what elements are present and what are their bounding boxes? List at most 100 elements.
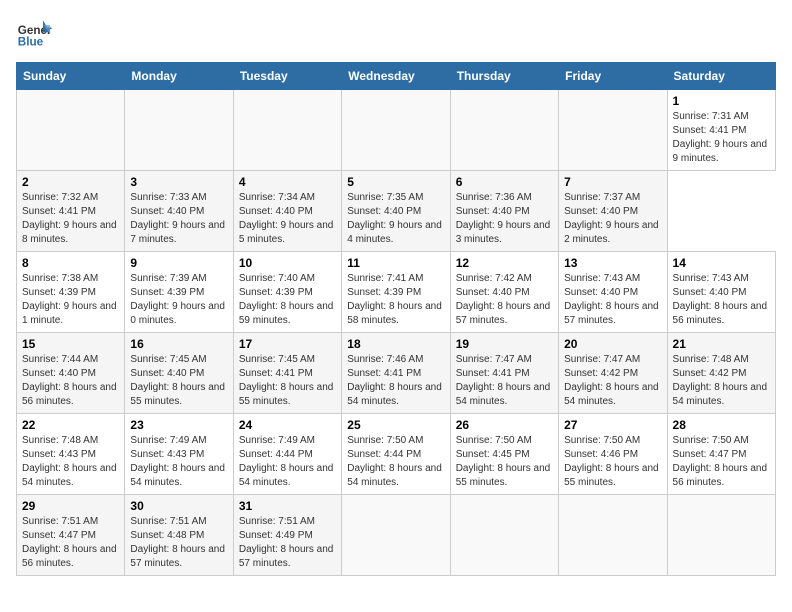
day-of-week-header: Monday — [125, 63, 233, 90]
day-cell: 22Sunrise: 7:48 AMSunset: 4:43 PMDayligh… — [17, 414, 125, 495]
day-number: 15 — [22, 337, 119, 351]
empty-day-cell — [125, 90, 233, 171]
day-cell: 7 Sunrise: 7:37 AMSunset: 4:40 PMDaylight… — [559, 171, 667, 252]
day-cell: 18 Sunrise: 7:46 AMSunset: 4:41 PMDayligh… — [342, 333, 450, 414]
calendar-table: SundayMondayTuesdayWednesdayThursdayFrid… — [16, 62, 776, 576]
day-info: Sunrise: 7:32 AMSunset: 4:41 PMDaylight:… — [22, 191, 119, 247]
logo: General Blue — [16, 16, 52, 52]
day-of-week-header: Wednesday — [342, 63, 450, 90]
empty-day-cell — [342, 495, 450, 576]
day-info: Sunrise: 7:39 AMSunset: 4:39 PMDaylight:… — [130, 272, 227, 328]
day-of-week-header: Tuesday — [233, 63, 341, 90]
empty-day-cell — [667, 495, 775, 576]
day-cell: 1Sunrise: 7:31 AMSunset: 4:41 PMDaylight… — [667, 90, 775, 171]
day-of-week-header: Friday — [559, 63, 667, 90]
empty-day-cell — [17, 90, 125, 171]
day-number: 27 — [564, 418, 661, 432]
day-cell: 4 Sunrise: 7:34 AMSunset: 4:40 PMDaylight… — [233, 171, 341, 252]
day-cell: 25 Sunrise: 7:50 AMSunset: 4:44 PMDayligh… — [342, 414, 450, 495]
empty-day-cell — [450, 90, 558, 171]
empty-day-cell — [559, 90, 667, 171]
day-number: 23 — [130, 418, 227, 432]
calendar-week-row: 2 Sunrise: 7:32 AMSunset: 4:41 PMDaylight… — [17, 171, 776, 252]
day-number: 2 — [22, 175, 119, 189]
day-cell: 23 Sunrise: 7:49 AMSunset: 4:43 PMDayligh… — [125, 414, 233, 495]
day-of-week-header: Thursday — [450, 63, 558, 90]
day-cell: 8 Sunrise: 7:38 AMSunset: 4:39 PMDaylight… — [17, 252, 125, 333]
day-info: Sunrise: 7:50 AMSunset: 4:45 PMDaylight:… — [456, 434, 553, 490]
day-number: 19 — [456, 337, 553, 351]
calendar-header-row: SundayMondayTuesdayWednesdayThursdayFrid… — [17, 63, 776, 90]
day-number: 1 — [673, 94, 770, 108]
day-info: Sunrise: 7:49 AMSunset: 4:44 PMDaylight:… — [239, 434, 336, 490]
day-number: 24 — [239, 418, 336, 432]
day-cell: 11 Sunrise: 7:41 AMSunset: 4:39 PMDayligh… — [342, 252, 450, 333]
day-of-week-header: Sunday — [17, 63, 125, 90]
day-info: Sunrise: 7:33 AMSunset: 4:40 PMDaylight:… — [130, 191, 227, 247]
day-info: Sunrise: 7:50 AMSunset: 4:44 PMDaylight:… — [347, 434, 444, 490]
day-info: Sunrise: 7:38 AMSunset: 4:39 PMDaylight:… — [22, 272, 119, 328]
day-number: 10 — [239, 256, 336, 270]
day-info: Sunrise: 7:47 AMSunset: 4:41 PMDaylight:… — [456, 353, 553, 409]
day-number: 17 — [239, 337, 336, 351]
day-info: Sunrise: 7:36 AMSunset: 4:40 PMDaylight:… — [456, 191, 553, 247]
day-info: Sunrise: 7:44 AMSunset: 4:40 PMDaylight:… — [22, 353, 119, 409]
day-number: 28 — [673, 418, 770, 432]
day-number: 25 — [347, 418, 444, 432]
empty-day-cell — [450, 495, 558, 576]
day-cell: 3 Sunrise: 7:33 AMSunset: 4:40 PMDaylight… — [125, 171, 233, 252]
day-number: 11 — [347, 256, 444, 270]
day-info: Sunrise: 7:42 AMSunset: 4:40 PMDaylight:… — [456, 272, 553, 328]
day-cell: 6Sunrise: 7:36 AMSunset: 4:40 PMDaylight… — [450, 171, 558, 252]
calendar-week-row: 1Sunrise: 7:31 AMSunset: 4:41 PMDaylight… — [17, 90, 776, 171]
day-info: Sunrise: 7:51 AMSunset: 4:49 PMDaylight:… — [239, 515, 336, 571]
day-number: 13 — [564, 256, 661, 270]
day-cell: 16Sunrise: 7:45 AMSunset: 4:40 PMDayligh… — [125, 333, 233, 414]
day-number: 29 — [22, 499, 119, 513]
day-info: Sunrise: 7:51 AMSunset: 4:48 PMDaylight:… — [130, 515, 227, 571]
day-cell: 9 Sunrise: 7:39 AMSunset: 4:39 PMDaylight… — [125, 252, 233, 333]
day-info: Sunrise: 7:41 AMSunset: 4:39 PMDaylight:… — [347, 272, 444, 328]
day-number: 4 — [239, 175, 336, 189]
day-info: Sunrise: 7:35 AMSunset: 4:40 PMDaylight:… — [347, 191, 444, 247]
day-cell: 17 Sunrise: 7:45 AMSunset: 4:41 PMDayligh… — [233, 333, 341, 414]
day-info: Sunrise: 7:49 AMSunset: 4:43 PMDaylight:… — [130, 434, 227, 490]
day-number: 31 — [239, 499, 336, 513]
day-cell: 2 Sunrise: 7:32 AMSunset: 4:41 PMDaylight… — [17, 171, 125, 252]
day-info: Sunrise: 7:40 AMSunset: 4:39 PMDaylight:… — [239, 272, 336, 328]
day-number: 3 — [130, 175, 227, 189]
day-info: Sunrise: 7:37 AMSunset: 4:40 PMDaylight:… — [564, 191, 661, 247]
day-info: Sunrise: 7:45 AMSunset: 4:41 PMDaylight:… — [239, 353, 336, 409]
day-cell: 10 Sunrise: 7:40 AMSunset: 4:39 PMDayligh… — [233, 252, 341, 333]
logo-icon: General Blue — [16, 16, 52, 52]
day-of-week-header: Saturday — [667, 63, 775, 90]
calendar-week-row: 29 Sunrise: 7:51 AMSunset: 4:47 PMDayligh… — [17, 495, 776, 576]
calendar-week-row: 22Sunrise: 7:48 AMSunset: 4:43 PMDayligh… — [17, 414, 776, 495]
day-number: 9 — [130, 256, 227, 270]
day-number: 30 — [130, 499, 227, 513]
calendar-week-row: 15 Sunrise: 7:44 AMSunset: 4:40 PMDayligh… — [17, 333, 776, 414]
day-cell: 19 Sunrise: 7:47 AMSunset: 4:41 PMDayligh… — [450, 333, 558, 414]
empty-day-cell — [233, 90, 341, 171]
svg-text:Blue: Blue — [18, 36, 44, 49]
day-number: 22 — [22, 418, 119, 432]
day-info: Sunrise: 7:50 AMSunset: 4:47 PMDaylight:… — [673, 434, 770, 490]
day-number: 8 — [22, 256, 119, 270]
day-info: Sunrise: 7:46 AMSunset: 4:41 PMDaylight:… — [347, 353, 444, 409]
day-number: 20 — [564, 337, 661, 351]
day-cell: 13Sunrise: 7:43 AMSunset: 4:40 PMDayligh… — [559, 252, 667, 333]
day-cell: 30 Sunrise: 7:51 AMSunset: 4:48 PMDayligh… — [125, 495, 233, 576]
day-cell: 31 Sunrise: 7:51 AMSunset: 4:49 PMDayligh… — [233, 495, 341, 576]
day-number: 7 — [564, 175, 661, 189]
day-cell: 26Sunrise: 7:50 AMSunset: 4:45 PMDayligh… — [450, 414, 558, 495]
day-cell: 24 Sunrise: 7:49 AMSunset: 4:44 PMDayligh… — [233, 414, 341, 495]
day-number: 16 — [130, 337, 227, 351]
day-info: Sunrise: 7:34 AMSunset: 4:40 PMDaylight:… — [239, 191, 336, 247]
day-number: 18 — [347, 337, 444, 351]
day-info: Sunrise: 7:51 AMSunset: 4:47 PMDaylight:… — [22, 515, 119, 571]
day-info: Sunrise: 7:48 AMSunset: 4:42 PMDaylight:… — [673, 353, 770, 409]
day-number: 12 — [456, 256, 553, 270]
day-cell: 27Sunrise: 7:50 AMSunset: 4:46 PMDayligh… — [559, 414, 667, 495]
day-cell: 29 Sunrise: 7:51 AMSunset: 4:47 PMDayligh… — [17, 495, 125, 576]
day-info: Sunrise: 7:43 AMSunset: 4:40 PMDaylight:… — [673, 272, 770, 328]
